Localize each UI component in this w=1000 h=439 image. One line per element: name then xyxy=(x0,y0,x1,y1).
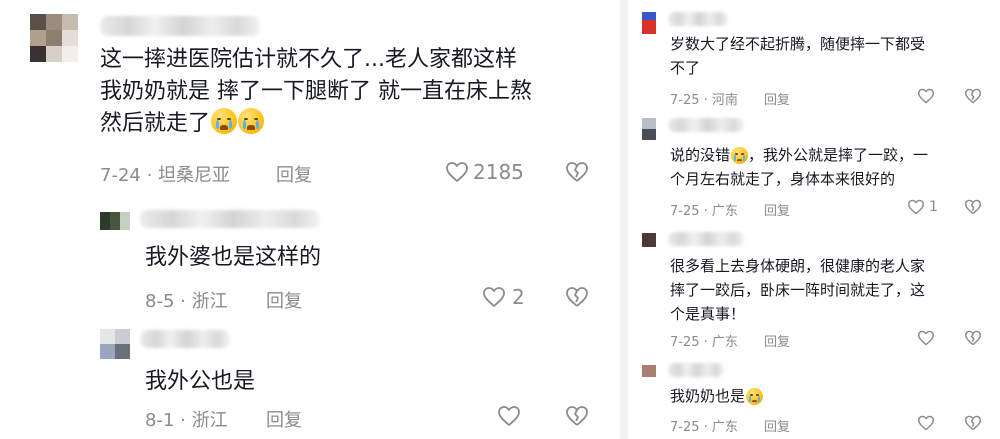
heart-outline-icon xyxy=(498,406,520,426)
comment-text: 岁数大了经不起折腾，随便摔一下都受 不了 xyxy=(670,32,990,80)
like-button[interactable]: 1 xyxy=(907,199,938,215)
comment-line: 然后就走了 xyxy=(100,107,600,140)
comment-date-location: 8-1 · 浙江 xyxy=(145,410,228,431)
crying-face-emoji xyxy=(731,147,749,164)
comment-text: 很多看上去身体硬朗，很健康的老人家 摔了一跤后，卧床一阵时间就走了，这 个是真事… xyxy=(670,254,990,326)
username-blurred[interactable] xyxy=(668,118,744,132)
comment-line: 这一摔进医院估计就不久了...老人家都这样 xyxy=(100,47,517,72)
broken-heart-icon[interactable] xyxy=(964,330,982,346)
comment-line: 说的没错 ，我外公就是摔了一跤，一 xyxy=(670,146,929,164)
avatar[interactable] xyxy=(100,212,130,230)
avatar[interactable] xyxy=(642,233,656,247)
heart-outline-icon xyxy=(918,330,934,346)
comment-line: 我奶奶就是 摔了一下腿断了 就一直在床上熬 xyxy=(100,78,532,104)
comment-date-location: 7-25 · 广东 xyxy=(670,335,738,350)
crying-face-emoji xyxy=(211,107,238,134)
crying-face-emoji xyxy=(238,107,265,134)
reply-button[interactable]: 回复 xyxy=(764,416,790,435)
panel-divider xyxy=(620,0,628,439)
comment-date-location: 7-25 · 广东 xyxy=(670,420,738,435)
like-count: 1 xyxy=(929,199,938,215)
right-comment-panel: 岁数大了经不起折腾，随便摔一下都受 不了 7-25 · 河南 回复 说的没错 ，我… xyxy=(628,0,1000,439)
reply-button[interactable]: 回复 xyxy=(266,287,302,313)
avatar[interactable] xyxy=(100,329,130,359)
comment-line: 很多看上去身体硬朗，很健康的老人家 xyxy=(670,257,926,275)
heart-outline-icon xyxy=(918,88,934,104)
username-blurred[interactable] xyxy=(140,210,320,228)
like-button[interactable] xyxy=(917,88,935,104)
username-blurred[interactable] xyxy=(668,232,744,246)
comment-text: 我外公也是 xyxy=(145,369,256,394)
comment-text: 说的没错 ，我外公就是摔了一跤，一 个月左右就走了，身体本来很好的 xyxy=(670,143,990,191)
reply-button[interactable]: 回复 xyxy=(764,200,790,219)
comment-line: 个是真事！ xyxy=(670,305,746,323)
avatar[interactable] xyxy=(642,118,656,140)
like-button[interactable]: 2 xyxy=(482,285,525,309)
reply-button[interactable]: 回复 xyxy=(764,331,790,350)
comment-text: 我外婆也是这样的 xyxy=(145,245,322,270)
avatar[interactable] xyxy=(642,365,656,377)
like-count: 2 xyxy=(512,285,525,309)
username-blurred[interactable] xyxy=(668,363,724,377)
like-button[interactable] xyxy=(917,330,935,346)
broken-heart-icon[interactable] xyxy=(964,199,982,215)
avatar[interactable] xyxy=(30,14,78,62)
reply-button[interactable]: 回复 xyxy=(266,406,302,432)
comment-line: 摔了一跤后，卧床一阵时间就走了，这 xyxy=(670,281,926,299)
avatar[interactable] xyxy=(642,12,656,34)
reply-button[interactable]: 回复 xyxy=(764,89,790,108)
broken-heart-icon[interactable] xyxy=(565,405,589,427)
username-blurred[interactable] xyxy=(668,12,728,26)
like-button[interactable] xyxy=(917,415,935,431)
left-comment-panel: 这一摔进医院估计就不久了...老人家都这样 我奶奶就是 摔了一下腿断了 就一直在… xyxy=(0,0,620,439)
comment-line: 岁数大了经不起折腾，随便摔一下都受 xyxy=(670,35,926,53)
username-blurred[interactable] xyxy=(140,330,230,348)
heart-outline-icon xyxy=(908,199,924,215)
comment-date-location: 7-24 · 坦桑尼亚 xyxy=(100,165,231,186)
comment-text: 我奶奶也是 xyxy=(670,384,990,408)
reply-button[interactable]: 回复 xyxy=(276,161,312,187)
like-count: 2185 xyxy=(473,160,524,184)
heart-outline-icon xyxy=(483,287,505,307)
broken-heart-icon[interactable] xyxy=(565,286,589,308)
crying-face-emoji xyxy=(746,388,764,405)
broken-heart-icon[interactable] xyxy=(565,161,589,183)
like-button[interactable]: 2185 xyxy=(445,160,524,184)
broken-heart-icon[interactable] xyxy=(964,415,982,431)
heart-outline-icon xyxy=(918,415,934,431)
comment-text: 这一摔进医院估计就不久了...老人家都这样 我奶奶就是 摔了一下腿断了 就一直在… xyxy=(100,44,600,140)
comment-date-location: 7-25 · 河南 xyxy=(670,93,738,108)
like-button[interactable] xyxy=(497,405,521,427)
broken-heart-icon[interactable] xyxy=(964,88,982,104)
username-blurred[interactable] xyxy=(100,16,260,36)
comment-date-location: 8-5 · 浙江 xyxy=(145,291,228,312)
comment-date-location: 7-25 · 广东 xyxy=(670,204,738,219)
heart-outline-icon xyxy=(446,162,468,182)
comment-line: 个月左右就走了，身体本来很好的 xyxy=(670,170,896,188)
comment-line: 不了 xyxy=(670,59,701,77)
